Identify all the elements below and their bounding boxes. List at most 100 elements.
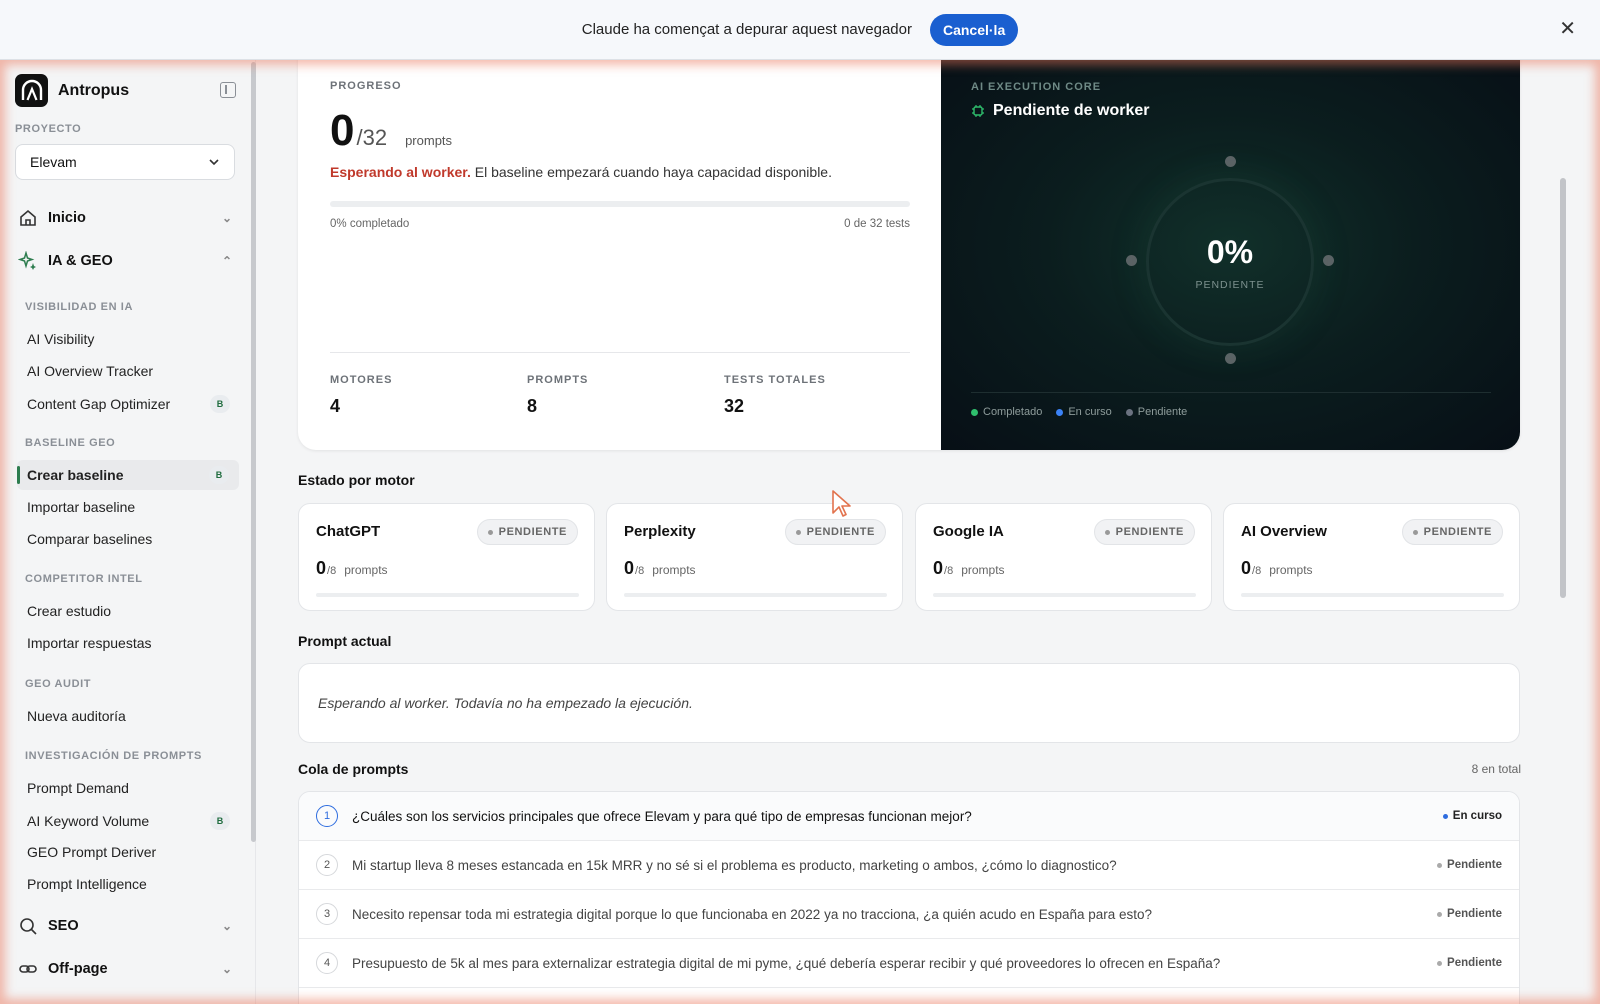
current-prompt-title: Prompt actual <box>298 633 392 649</box>
section-visibilidad: VISIBILIDAD EN IA <box>25 301 133 313</box>
completed-label: 0% completado <box>330 218 410 230</box>
stat-motores: MOTORES 4 <box>330 374 392 417</box>
engine-card-perplexity: Perplexity PENDIENTE 0/8 prompts <box>606 503 903 611</box>
link-icon <box>19 965 37 973</box>
sidebar-item-importar-respuestas[interactable]: Importar respuestas <box>27 635 230 651</box>
engine-progress-bar <box>624 593 887 597</box>
queue-row-number: 1 <box>316 805 338 827</box>
queue-row-status: Pendiente <box>1417 859 1502 871</box>
current-prompt-text: Esperando al worker. Todavía no ha empez… <box>318 695 693 711</box>
section-prompts: INVESTIGACIÓN DE PROMPTS <box>25 750 202 762</box>
collapse-sidebar-icon[interactable] <box>220 82 236 98</box>
sidebar-item-label: Nueva auditoría <box>27 708 126 724</box>
core-title: Pendiente de worker <box>971 102 1150 120</box>
sparkle-icon <box>18 251 36 270</box>
queue-title: Cola de prompts <box>298 761 409 777</box>
core-title-text: Pendiente de worker <box>993 102 1150 119</box>
engine-name: Perplexity <box>624 523 696 540</box>
engine-orb <box>1323 255 1334 266</box>
cancel-debug-button[interactable]: Cancel·la <box>929 13 1019 46</box>
queue-row[interactable]: 2 Mi startup lleva 8 meses estancada en … <box>299 841 1519 890</box>
stat-tests: TESTS TOTALES 32 <box>724 374 826 417</box>
nav-ia-geo-label: IA & GEO <box>48 253 113 269</box>
project-select[interactable]: Elevam <box>15 144 235 180</box>
progress-bar <box>330 201 910 207</box>
engine-orb <box>1126 255 1137 266</box>
nav-offpage[interactable]: Off-page ⌄ <box>18 959 232 979</box>
engine-card-chatgpt: ChatGPT PENDIENTE 0/8 prompts <box>298 503 595 611</box>
queue-total: 8 en total <box>1471 762 1521 776</box>
brand-name: Antropus <box>58 81 130 99</box>
prompt-queue: 1 ¿Cuáles son los servicios principales … <box>298 791 1520 1004</box>
engine-count: 0/8 prompts <box>316 558 388 578</box>
waiting-text: El baseline empezará cuando haya capacid… <box>470 164 832 180</box>
stat-value: 4 <box>330 396 341 416</box>
progress-total: /32 <box>356 125 388 150</box>
current-prompt-box: Esperando al worker. Todavía no ha empez… <box>298 663 1520 743</box>
sidebar-item-ai-visibility[interactable]: AI Visibility <box>27 331 230 347</box>
engine-card-google-ia: Google IA PENDIENTE 0/8 prompts <box>915 503 1212 611</box>
status-badge: PENDIENTE <box>1093 519 1195 545</box>
queue-row-status: En curso <box>1423 810 1502 822</box>
close-icon[interactable]: ✕ <box>1559 18 1576 40</box>
queue-row-number: 3 <box>316 903 338 925</box>
sidebar-item-label: Content Gap Optimizer <box>27 396 171 412</box>
sidebar-item-ai-overview-tracker[interactable]: AI Overview Tracker <box>27 363 230 379</box>
sidebar-item-ai-keyword-volume[interactable]: AI Keyword Volume B <box>27 812 230 830</box>
sidebar-item-label: Prompt Intelligence <box>27 876 147 892</box>
sidebar-item-crear-estudio[interactable]: Crear estudio <box>27 603 230 619</box>
engine-name: ChatGPT <box>316 523 381 540</box>
engine-progress-bar <box>933 593 1196 597</box>
sidebar-item-crear-baseline[interactable]: Crear baseline B <box>17 460 239 490</box>
chevron-down-icon: ⌄ <box>221 962 232 976</box>
divider <box>971 392 1491 393</box>
nav-offpage-label: Off-page <box>48 961 108 977</box>
progress-unit: prompts <box>405 133 453 148</box>
core-legend: Completado En curso Pendiente <box>971 406 1187 418</box>
waiting-strong: Esperando al worker. <box>330 164 471 180</box>
progress-panel: PROGRESO 0 /32 prompts Esperando al work… <box>330 60 910 450</box>
sidebar-item-label: Importar baseline <box>27 499 136 515</box>
nav-inicio[interactable]: Inicio ⌄ <box>18 208 232 228</box>
project-label: PROYECTO <box>15 123 82 135</box>
mouse-cursor-icon <box>832 490 851 517</box>
legend-completado: Completado <box>971 406 1042 418</box>
sidebar-item-label: AI Keyword Volume <box>27 813 150 829</box>
section-audit: GEO AUDIT <box>25 678 92 690</box>
nav-ia-geo[interactable]: IA & GEO ⌃ <box>18 251 232 271</box>
sidebar-item-nueva-auditoria[interactable]: Nueva auditoría <box>27 708 230 724</box>
sidebar-item-prompt-intelligence[interactable]: Prompt Intelligence <box>27 876 230 892</box>
progress-dial: 0% PENDIENTE <box>1146 178 1314 346</box>
nav-seo[interactable]: SEO ⌄ <box>18 916 232 936</box>
queue-row[interactable]: 1 ¿Cuáles son los servicios principales … <box>299 792 1519 841</box>
queue-row-text: Mi startup lleva 8 meses estancada en 15… <box>352 857 1117 873</box>
engine-progress-bar <box>316 593 579 597</box>
chevron-down-icon: ⌄ <box>221 211 232 225</box>
chevron-up-icon: ⌃ <box>221 254 232 268</box>
engine-orb <box>1225 156 1236 167</box>
queue-row-number: 2 <box>316 854 338 876</box>
brand[interactable]: Antropus <box>15 74 129 107</box>
engine-name: AI Overview <box>1241 523 1327 540</box>
sidebar-item-comparar-baselines[interactable]: Comparar baselines <box>27 531 230 547</box>
beta-badge: B <box>209 466 229 484</box>
queue-row-status: Pendiente <box>1417 957 1502 969</box>
queue-row[interactable]: 3 Necesito repensar toda mi estrategia d… <box>299 890 1519 939</box>
engine-progress-bar <box>1241 593 1504 597</box>
sidebar-item-geo-prompt-deriver[interactable]: GEO Prompt Deriver <box>27 844 230 860</box>
dial-percent: 0% <box>1206 233 1254 270</box>
execution-core-panel: AI EXECUTION CORE Pendiente de worker 0%… <box>941 60 1520 450</box>
queue-row-status: Pendiente <box>1417 908 1502 920</box>
status-badge: PENDIENTE <box>476 519 578 545</box>
stat-value: 8 <box>527 396 538 416</box>
sidebar-item-label: Prompt Demand <box>27 780 129 796</box>
queue-row-text: Necesito repensar toda mi estrategia dig… <box>352 906 1153 922</box>
sidebar-item-prompt-demand[interactable]: Prompt Demand <box>27 780 230 796</box>
queue-row[interactable]: 4 Presupuesto de 5k al mes para external… <box>299 939 1519 988</box>
chip-icon <box>972 105 984 117</box>
sidebar-item-content-gap[interactable]: Content Gap Optimizer B <box>27 395 230 413</box>
progress-hero-card: PROGRESO 0 /32 prompts Esperando al work… <box>298 60 1520 450</box>
project-select-value: Elevam <box>30 154 77 170</box>
sidebar-item-importar-baseline[interactable]: Importar baseline <box>27 499 230 515</box>
page-scrollbar[interactable] <box>1560 178 1566 598</box>
